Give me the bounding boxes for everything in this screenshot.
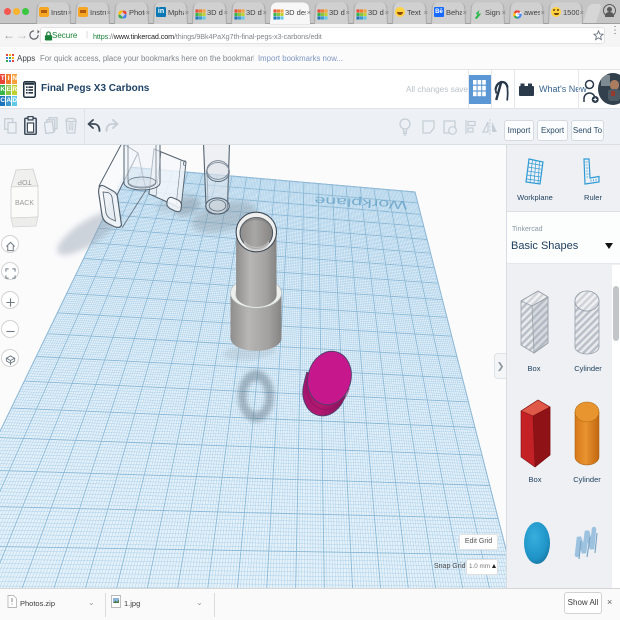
svg-text:Box: Box — [528, 364, 541, 373]
svg-text:TOP: TOP — [17, 178, 32, 185]
svg-text:Cylinder: Cylinder — [574, 364, 602, 373]
svg-text:Box: Box — [529, 475, 542, 484]
svg-text:BACK: BACK — [15, 200, 34, 207]
svg-text:Cylinder: Cylinder — [573, 475, 601, 484]
